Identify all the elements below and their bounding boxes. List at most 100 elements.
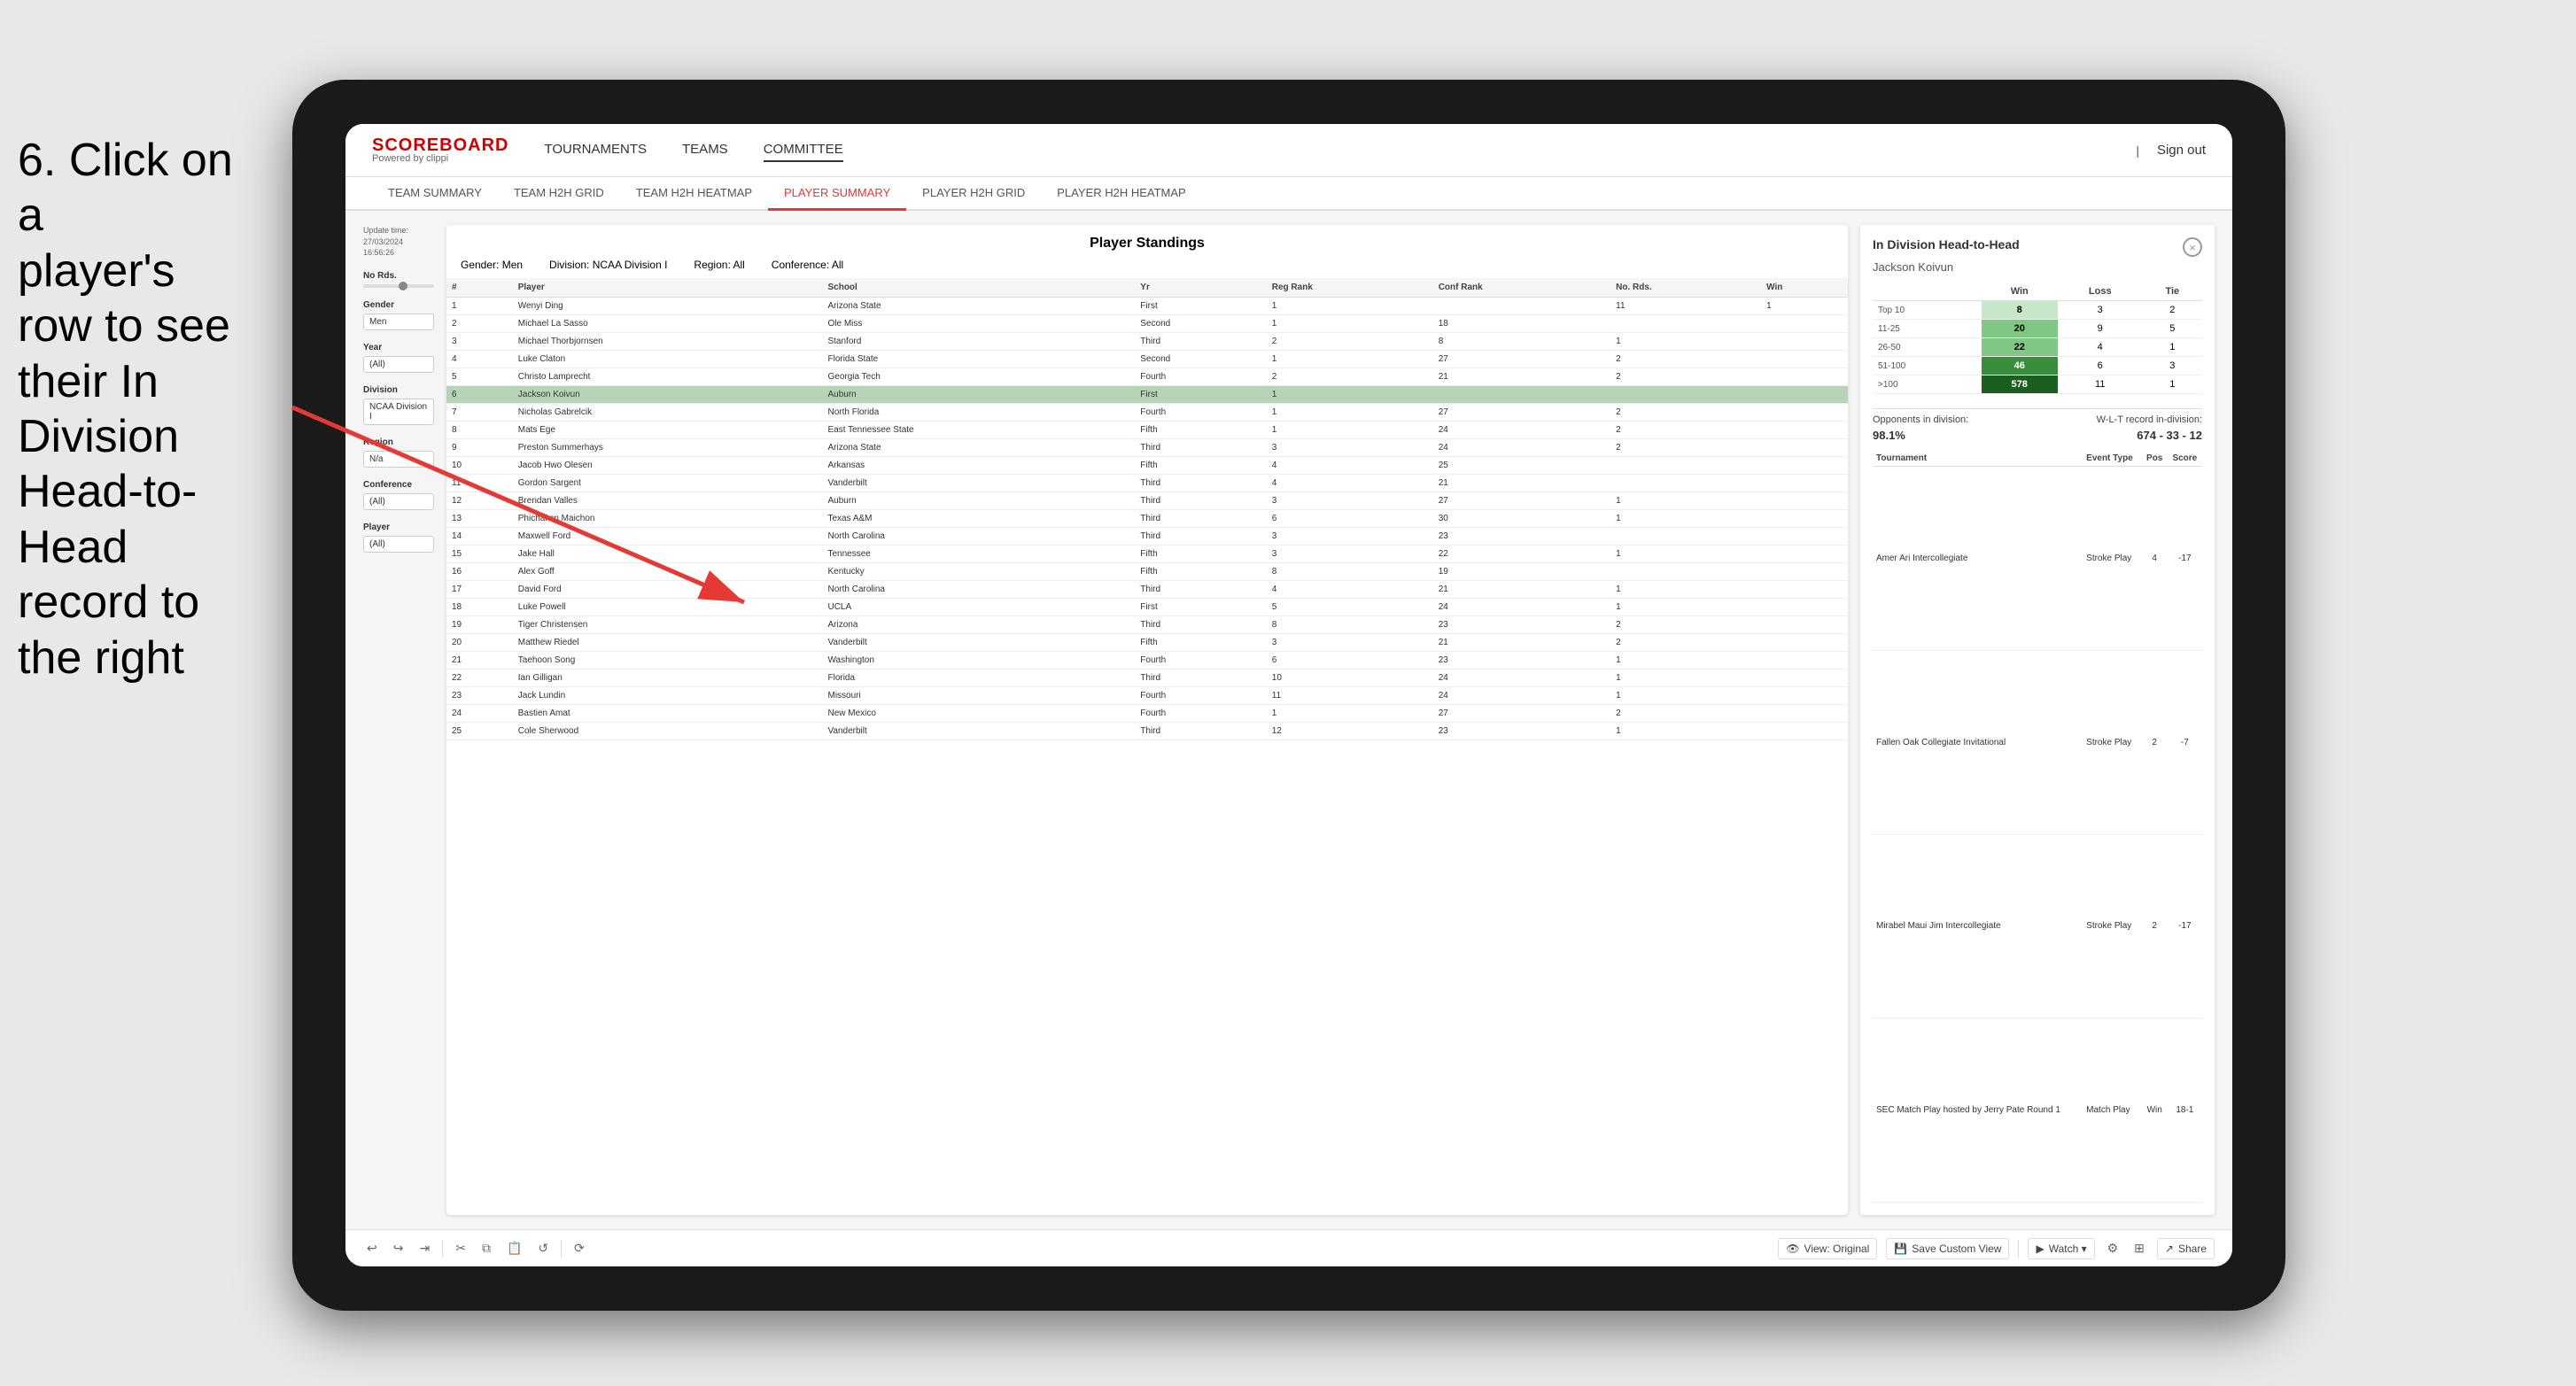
logo-area: SCOREBOARD Powered by clippi [372, 136, 508, 164]
view-original-btn[interactable]: 👁 View: Original [1778, 1238, 1877, 1259]
grid-icon[interactable]: ⊞ [2130, 1237, 2148, 1259]
opponents-label: Opponents in division: [1873, 414, 1968, 425]
tcol-score: Score [2168, 451, 2202, 467]
top-right: | Sign out [2136, 139, 2206, 161]
table-row[interactable]: 20 Matthew Riedel Vanderbilt Fifth 3 21 … [446, 634, 1848, 652]
col-school: School [822, 278, 1135, 298]
h2h-col-rank [1873, 283, 1982, 301]
tournament-tbody: Amer Ari Intercollegiate Stroke Play 4 -… [1873, 467, 2202, 1203]
table-row[interactable]: 23 Jack Lundin Missouri Fourth 11 24 1 [446, 687, 1848, 705]
tablet-frame: SCOREBOARD Powered by clippi TOURNAMENTS… [292, 80, 2285, 1311]
tab-player-summary[interactable]: PLAYER SUMMARY [768, 177, 906, 211]
sign-out-link[interactable]: Sign out [2157, 139, 2206, 161]
tab-player-h2h-heatmap[interactable]: PLAYER H2H HEATMAP [1041, 177, 1201, 211]
table-row[interactable]: 24 Bastien Amat New Mexico Fourth 1 27 2 [446, 705, 1848, 723]
tournament-row: SEC Match Play hosted by Jerry Pate Roun… [1873, 1018, 2202, 1203]
watch-btn[interactable]: ▶ Watch ▾ [2028, 1238, 2094, 1259]
nav-tournaments[interactable]: TOURNAMENTS [544, 138, 647, 162]
filter-conference-display: Conference: All [772, 259, 843, 271]
col-win: Win [1761, 278, 1848, 298]
table-row[interactable]: 3 Michael Thorbjornsen Stanford Third 2 … [446, 333, 1848, 351]
arrow-indicator [248, 381, 780, 629]
table-row[interactable]: 4 Luke Claton Florida State Second 1 27 … [446, 351, 1848, 368]
standings-title: Player Standings [461, 236, 1834, 252]
undo-icon[interactable]: ↩ [363, 1237, 381, 1259]
table-row[interactable]: 2 Michael La Sasso Ole Miss Second 1 18 [446, 315, 1848, 333]
toolbar-sep2 [561, 1240, 562, 1258]
tcol-type: Event Type [2083, 451, 2142, 467]
col-player: Player [513, 278, 823, 298]
h2h-close-button[interactable]: × [2183, 237, 2202, 257]
vertical-bar-icon: | [2136, 143, 2139, 158]
top-nav: SCOREBOARD Powered by clippi TOURNAMENTS… [345, 124, 2232, 177]
tab-team-h2h-grid[interactable]: TEAM H2H GRID [498, 177, 620, 211]
nav-teams[interactable]: TEAMS [682, 138, 728, 162]
filter-no-rds: No Rds. [363, 271, 434, 288]
col-conf-rank: Conf Rank [1433, 278, 1610, 298]
share-icon: ↗ [2165, 1243, 2174, 1255]
year-select[interactable]: (All) [363, 356, 434, 373]
toolbar-sep3 [2018, 1240, 2019, 1258]
filter-year: Year (All) [363, 343, 434, 373]
table-row[interactable]: 21 Taehoon Song Washington Fourth 6 23 1 [446, 652, 1848, 670]
gender-select[interactable]: Men [363, 314, 434, 330]
update-time: Update time: 27/03/2024 16:56:26 [363, 225, 434, 259]
save-custom-label: Save Custom View [1912, 1243, 2001, 1255]
save-icon: 💾 [1894, 1243, 1907, 1255]
h2h-rank-row: >100 578 11 1 [1873, 376, 2202, 394]
h2h-panel: In Division Head-to-Head × Jackson Koivu… [1860, 225, 2215, 1215]
watch-label: Watch ▾ [2049, 1243, 2087, 1255]
h2h-rank-row: 11-25 20 9 5 [1873, 320, 2202, 338]
share-btn[interactable]: ↗ Share [2157, 1238, 2215, 1259]
col-reg-rank: Reg Rank [1267, 278, 1433, 298]
record-wlt: 674 - 33 - 12 [2137, 429, 2202, 442]
logo-subtitle: Powered by clippi [372, 154, 508, 164]
h2h-record-row: 98.1% 674 - 33 - 12 [1873, 429, 2202, 442]
tab-player-h2h-grid[interactable]: PLAYER H2H GRID [906, 177, 1041, 211]
h2h-title-row: In Division Head-to-Head × [1873, 237, 2202, 257]
tcol-pos: Pos [2142, 451, 2168, 467]
table-row[interactable]: 22 Ian Gilligan Florida Third 10 24 1 [446, 670, 1848, 687]
save-custom-btn[interactable]: 💾 Save Custom View [1886, 1238, 2009, 1259]
h2h-rank-tbody: Top 10 8 3 2 11-25 20 9 5 26-50 22 4 1 5… [1873, 301, 2202, 394]
forward-icon[interactable]: ⇥ [415, 1237, 433, 1259]
filter-region-display: Region: All [694, 259, 744, 271]
instruction-line4: Head-to-Head [18, 464, 257, 575]
sub-nav: TEAM SUMMARY TEAM H2H GRID TEAM H2H HEAT… [345, 177, 2232, 211]
paste-icon[interactable]: 📋 [503, 1237, 525, 1259]
tab-team-summary[interactable]: TEAM SUMMARY [372, 177, 498, 211]
col-num: # [446, 278, 513, 298]
h2h-player-name: Jackson Koivun [1873, 260, 2202, 274]
tournament-row: Mirabel Maui Jim Intercollegiate Stroke … [1873, 834, 2202, 1018]
filter-division-display: Division: NCAA Division I [549, 259, 667, 271]
tab-team-h2h-heatmap[interactable]: TEAM H2H HEATMAP [620, 177, 768, 211]
no-rds-slider[interactable] [363, 284, 434, 288]
cut-icon[interactable]: ✂ [452, 1237, 469, 1259]
h2h-title: In Division Head-to-Head [1873, 237, 2020, 252]
table-row[interactable]: 25 Cole Sherwood Vanderbilt Third 12 23 … [446, 723, 1848, 740]
h2h-col-loss: Loss [2058, 283, 2143, 301]
record-label: W-L-T record in-division: [2097, 414, 2202, 425]
redo-icon[interactable]: ↪ [390, 1237, 407, 1259]
watch-icon: ▶ [2036, 1243, 2044, 1255]
record-pct: 98.1% [1873, 429, 1905, 442]
h2h-col-tie: Tie [2143, 283, 2202, 301]
refresh-icon[interactable]: ⟳ [570, 1237, 588, 1259]
reset-icon[interactable]: ↺ [534, 1237, 552, 1259]
h2h-divider [1873, 408, 2202, 409]
toolbar-sep1 [442, 1240, 443, 1258]
filter-gender-display: Gender: Men [461, 259, 523, 271]
copy-icon[interactable]: ⧉ [478, 1237, 494, 1259]
h2h-col-win: Win [1982, 283, 2058, 301]
table-row[interactable]: 1 Wenyi Ding Arizona State First 1 11 1 [446, 298, 1848, 315]
h2h-rank-table: Win Loss Tie Top 10 8 3 2 11-25 20 9 5 2… [1873, 283, 2202, 394]
main-content: Update time: 27/03/2024 16:56:26 No Rds.… [345, 211, 2232, 1229]
nav-committee[interactable]: COMMITTEE [764, 138, 843, 162]
col-no-rds: No. Rds. [1610, 278, 1761, 298]
tcol-tournament: Tournament [1873, 451, 2083, 467]
settings-icon[interactable]: ⚙ [2104, 1237, 2122, 1259]
nav-links: TOURNAMENTS TEAMS COMMITTEE [544, 138, 2136, 162]
standings-panel: Player Standings Gender: Men Division: N… [446, 225, 1848, 1215]
standings-thead: # Player School Yr Reg Rank Conf Rank No… [446, 278, 1848, 298]
col-yr: Yr [1135, 278, 1266, 298]
